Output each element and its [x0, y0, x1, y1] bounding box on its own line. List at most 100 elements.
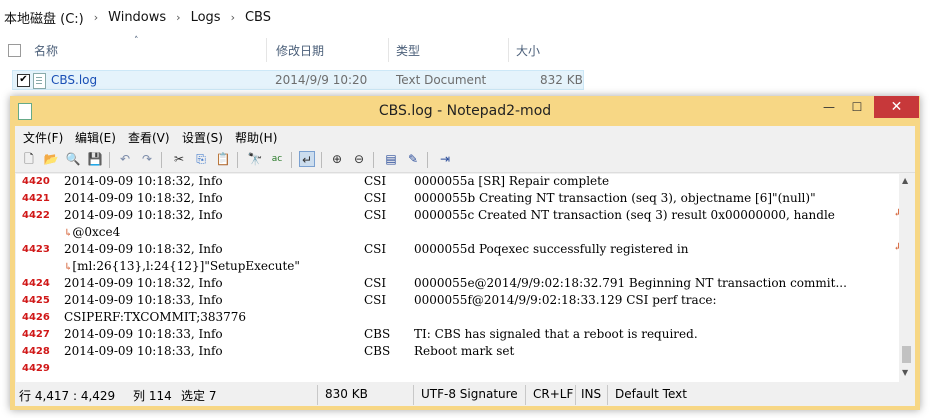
zoom-out-icon[interactable]: ⊖: [351, 151, 367, 167]
file-checkbox[interactable]: ✔: [17, 74, 30, 87]
copy-icon[interactable]: ⎘: [193, 151, 209, 167]
toolbar: 🗋 📂 🔍 💾 ↶ ↷ ✂ ⎘ 📋 🔭 ac ↵ ⊕ ⊖ ▤ ✎ ⇥: [15, 148, 915, 173]
breadcrumb-separator-icon[interactable]: ›: [231, 11, 235, 24]
text-file-icon: [33, 73, 46, 89]
file-date: 2014/9/9 10:20: [275, 73, 368, 87]
file-type: Text Document: [396, 73, 487, 87]
line-number: 4425: [22, 295, 50, 306]
vertical-scrollbar[interactable]: ▲ ▼: [899, 174, 914, 382]
editor-line: 4421 2014-09-09 10:18:32, Info CSI 00000…: [16, 191, 896, 208]
log-message-continued: [ml:26{13},l:24{12}]"SetupExecute": [72, 259, 300, 273]
menu-file[interactable]: 文件(F): [23, 129, 63, 146]
redo-icon[interactable]: ↷: [139, 151, 155, 167]
column-divider[interactable]: [508, 38, 509, 62]
status-selection: 选定 7: [181, 389, 217, 403]
menu-edit[interactable]: 编辑(E): [75, 129, 116, 146]
breadcrumb-separator-icon[interactable]: ›: [94, 11, 98, 24]
word-wrap-icon[interactable]: ↵: [299, 151, 315, 167]
log-component: CSI: [364, 242, 387, 256]
column-divider[interactable]: [388, 38, 389, 62]
line-number: 4426: [22, 312, 50, 323]
editor-line-continuation: ↳[ml:26{13},l:24{12}]"SetupExecute": [16, 259, 896, 276]
line-number: 4427: [22, 329, 50, 340]
text-editor[interactable]: 4420 2014-09-09 10:18:32, Info CSI 00000…: [16, 174, 914, 382]
log-timestamp: 2014-09-09 10:18:32, Info: [64, 208, 223, 222]
notepad-window: CBS.log - Notepad2-mod — ☐ ✕ 文件(F) 编辑(E)…: [10, 96, 920, 410]
cut-icon[interactable]: ✂: [171, 151, 187, 167]
menu-bar: 文件(F) 编辑(E) 查看(V) 设置(S) 帮助(H): [15, 126, 915, 146]
scroll-thumb[interactable]: [902, 346, 911, 363]
line-number: 4428: [22, 346, 50, 357]
open-folder-icon[interactable]: 📂: [43, 151, 59, 167]
toolbar-separator: [321, 152, 322, 168]
toolbar-separator: [291, 152, 292, 168]
log-text: CSIPERF:TXCOMMIT;383776: [64, 310, 247, 324]
status-encoding[interactable]: UTF-8 Signature: [421, 387, 518, 401]
editor-line: 4423 2014-09-09 10:18:32, Info CSI 00000…: [16, 242, 901, 259]
maximize-button[interactable]: ☐: [844, 96, 870, 118]
close-button[interactable]: ✕: [874, 96, 919, 118]
breadcrumb-item-windows[interactable]: Windows: [108, 10, 166, 25]
log-component: CSI: [364, 191, 387, 205]
customize-schemes-icon[interactable]: ✎: [405, 151, 421, 167]
log-component: CSI: [364, 293, 387, 307]
log-component: CBS: [364, 327, 391, 341]
toolbar-separator: [373, 152, 374, 168]
log-component: CBS: [364, 344, 391, 358]
log-timestamp: 2014-09-09 10:18:33, Info: [64, 293, 223, 307]
toolbar-separator: [109, 152, 110, 168]
log-component: CSI: [364, 276, 387, 290]
menu-settings[interactable]: 设置(S): [182, 129, 223, 146]
breadcrumb-item-logs[interactable]: Logs: [191, 10, 221, 25]
browse-icon[interactable]: 🔍: [65, 151, 81, 167]
replace-icon[interactable]: ac: [269, 151, 285, 167]
new-file-icon[interactable]: 🗋: [21, 151, 37, 167]
scroll-up-icon[interactable]: ▲: [902, 176, 908, 185]
breadcrumb: 本地磁盘 (C:) › Windows › Logs › CBS: [0, 0, 930, 34]
log-message: 0000055d Poqexec successfully registered…: [414, 242, 689, 256]
file-row-cbs-log[interactable]: ✔ CBS.log 2014/9/9 10:20 Text Document 8…: [12, 70, 584, 90]
column-header-date[interactable]: 修改日期: [276, 42, 324, 59]
select-all-checkbox[interactable]: [8, 44, 21, 57]
scroll-down-icon[interactable]: ▼: [902, 368, 908, 377]
editor-line-continuation: ↳@0xce4: [16, 225, 896, 242]
line-number: 4423: [22, 244, 50, 255]
minimize-button[interactable]: —: [816, 96, 842, 118]
log-message-continued: @0xce4: [72, 225, 121, 239]
find-icon[interactable]: 🔭: [247, 151, 263, 167]
title-bar[interactable]: CBS.log - Notepad2-mod — ☐ ✕: [10, 96, 920, 126]
status-divider: [525, 385, 526, 405]
line-number: 4429: [22, 363, 50, 374]
breadcrumb-item-cbs[interactable]: CBS: [245, 10, 271, 25]
column-header-size[interactable]: 大小: [516, 42, 540, 59]
exit-icon[interactable]: ⇥: [437, 151, 453, 167]
zoom-in-icon[interactable]: ⊕: [329, 151, 345, 167]
log-timestamp: 2014-09-09 10:18:32, Info: [64, 174, 223, 188]
column-divider[interactable]: [266, 38, 267, 62]
scheme-icon[interactable]: ▤: [383, 151, 399, 167]
column-header-type[interactable]: 类型: [396, 42, 420, 59]
editor-line: 4424 2014-09-09 10:18:32, Info CSI 00000…: [16, 276, 896, 293]
column-header-name[interactable]: 名称: [34, 42, 58, 59]
save-icon[interactable]: 💾: [87, 151, 103, 167]
editor-line: 4422 2014-09-09 10:18:32, Info CSI 00000…: [16, 208, 901, 225]
log-timestamp: 2014-09-09 10:18:33, Info: [64, 344, 223, 358]
status-line-endings[interactable]: CR+LF: [533, 387, 573, 401]
breadcrumb-item-drive[interactable]: 本地磁盘 (C:): [4, 8, 84, 27]
editor-line: 4425 2014-09-09 10:18:33, Info CSI 00000…: [16, 293, 896, 310]
menu-help[interactable]: 帮助(H): [235, 129, 277, 146]
status-scheme[interactable]: Default Text: [615, 387, 687, 401]
toolbar-separator: [161, 152, 162, 168]
log-timestamp: 2014-09-09 10:18:33, Info: [64, 327, 223, 341]
line-number: 4424: [22, 278, 50, 289]
sort-ascending-icon: ˄: [134, 36, 139, 46]
log-message: 0000055b Creating NT transaction (seq 3)…: [414, 191, 816, 205]
log-message: 0000055f@2014/9/9:02:18:33.129 CSI perf …: [414, 293, 717, 307]
log-timestamp: 2014-09-09 10:18:32, Info: [64, 242, 223, 256]
menu-view[interactable]: 查看(V): [128, 129, 170, 146]
paste-icon[interactable]: 📋: [215, 151, 231, 167]
undo-icon[interactable]: ↶: [117, 151, 133, 167]
log-timestamp: 2014-09-09 10:18:32, Info: [64, 276, 223, 290]
notepad-client-area: 文件(F) 编辑(E) 查看(V) 设置(S) 帮助(H) 🗋 📂 🔍 💾 ↶ …: [15, 126, 915, 406]
breadcrumb-separator-icon[interactable]: ›: [176, 11, 180, 24]
